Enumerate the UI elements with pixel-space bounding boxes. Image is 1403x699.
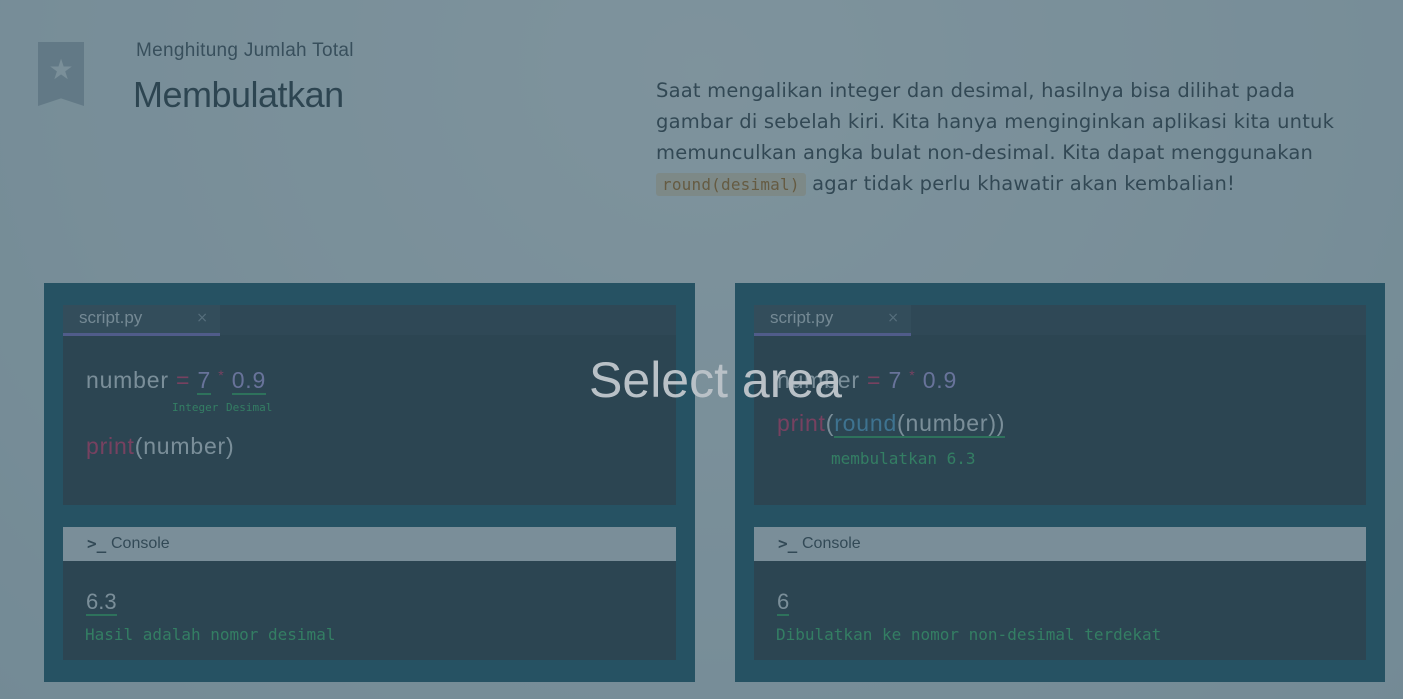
close-icon[interactable]: × <box>196 310 208 326</box>
tab-script-py[interactable]: script.py × <box>63 305 220 336</box>
argument: number <box>905 410 989 436</box>
editor-tab-bar: script.py × <box>63 305 676 336</box>
console-label: Console <box>802 535 861 552</box>
round-function: round <box>834 410 898 436</box>
description-text-end: agar tidak perlu khawatir akan kembalian… <box>805 172 1236 195</box>
paren-close: )) <box>988 410 1006 436</box>
paren-open: ( <box>134 433 144 459</box>
console-output: 6.3 <box>86 589 117 616</box>
paren-open-inner: ( <box>897 410 906 436</box>
right-example-panel: script.py × number = 7 * 0.9 print(round… <box>735 283 1385 682</box>
terminal-icon: >_ <box>778 534 798 553</box>
tab-label: script.py <box>79 308 143 327</box>
left-example-panel: script.py × number = 7 * 0.9 Integer Des… <box>44 283 695 682</box>
output-note: Hasil adalah nomor desimal <box>85 625 336 644</box>
close-icon[interactable]: × <box>887 310 899 326</box>
console-pane: >_ Console 6 Dibulatkan ke nomor non-des… <box>754 527 1366 660</box>
tab-label: script.py <box>770 308 834 327</box>
console-pane: >_ Console 6.3 Hasil adalah nomor desima… <box>63 527 676 660</box>
editor-tab-bar: script.py × <box>754 305 1366 336</box>
star-icon: ★ <box>48 53 74 86</box>
terminal-icon: >_ <box>87 534 107 553</box>
bookmark-button[interactable]: ★ <box>38 42 84 106</box>
paren-close: ) <box>226 433 235 459</box>
argument: number <box>143 433 227 459</box>
console-label: Console <box>111 535 170 552</box>
lesson-title: Membulatkan <box>133 74 344 115</box>
code-line-2: print(number) <box>86 433 234 460</box>
console-header: >_ Console <box>63 527 676 561</box>
paren-open: ( <box>825 410 835 436</box>
inline-code: round(desimal) <box>656 173 806 196</box>
description-text: Saat mengalikan integer dan desimal, has… <box>656 79 1335 164</box>
select-area-label: Select area <box>589 352 842 408</box>
lesson-description: Saat mengalikan integer dan desimal, has… <box>656 75 1371 200</box>
lesson-subtitle: Menghitung Jumlah Total <box>136 40 354 61</box>
console-header: >_ Console <box>754 527 1366 561</box>
print-keyword: print <box>777 410 826 436</box>
console-output: 6 <box>777 589 790 616</box>
print-keyword: print <box>86 433 135 459</box>
code-line-2: print(round(number)) <box>777 410 1006 438</box>
note-round: membulatkan 6.3 <box>831 449 976 468</box>
tab-script-py[interactable]: script.py × <box>754 305 911 336</box>
output-note: Dibulatkan ke nomor non-desimal terdekat <box>776 625 1162 644</box>
